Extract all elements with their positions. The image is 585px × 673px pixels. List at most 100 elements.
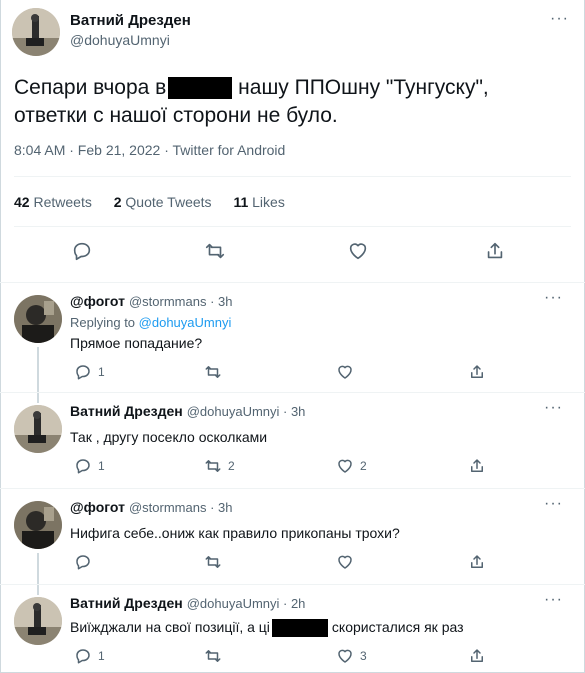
- avatar[interactable]: [14, 501, 62, 549]
- divider: [14, 176, 571, 177]
- reply-actions: [70, 553, 490, 575]
- replying-to-link[interactable]: @dohuyaUmnyi: [139, 315, 232, 330]
- author-name[interactable]: Ватний Дрезден: [70, 12, 191, 29]
- avatar[interactable]: [14, 295, 62, 343]
- reply-text-part2: скористалися як раз: [331, 619, 464, 635]
- like-button[interactable]: 2: [336, 457, 367, 475]
- reply-author-name[interactable]: Ватний Дрезден: [70, 595, 183, 611]
- reply-button[interactable]: 1: [74, 647, 105, 665]
- reply-header: Ватний Дрезден @dohuyaUmnyi · 2h: [70, 595, 305, 611]
- retweet-button[interactable]: [200, 236, 230, 266]
- thread-line: [37, 393, 39, 403]
- more-options-button[interactable]: ···: [544, 289, 563, 307]
- reply-author-handle[interactable]: @dohuyaUmnyi · 3h: [187, 404, 306, 419]
- retweet-icon: [205, 243, 225, 259]
- reply-icon: [76, 459, 90, 474]
- like-count: 3: [360, 649, 367, 663]
- like-button[interactable]: [336, 363, 360, 381]
- avatar[interactable]: [12, 8, 60, 56]
- heart-icon: [349, 243, 367, 260]
- more-options-button[interactable]: ···: [550, 10, 569, 28]
- tweet-stats: 42 Retweets 2 Quote Tweets 11 Likes: [14, 194, 303, 210]
- share-icon: [471, 365, 483, 378]
- reply-author-name[interactable]: @фогот: [70, 293, 125, 309]
- reply-button[interactable]: [67, 236, 97, 266]
- quotes-stat[interactable]: 2 Quote Tweets: [114, 194, 212, 210]
- quotes-count: 2: [113, 194, 122, 210]
- reply-author-handle[interactable]: @dohuyaUmnyi · 2h: [187, 596, 306, 611]
- likes-stat[interactable]: 11 Likes: [233, 194, 284, 210]
- reply-actions: 1: [70, 363, 490, 385]
- share-button[interactable]: [468, 457, 486, 475]
- thread-line: [37, 347, 39, 393]
- avatar[interactable]: [14, 405, 62, 453]
- retweet-count: 2: [228, 459, 235, 473]
- reply-header: Ватний Дрезден @dohuyaUmnyi · 3h: [70, 403, 305, 419]
- reply-tweet[interactable]: Ватний Дрезден @dohuyaUmnyi · 2h ··· Виї…: [0, 584, 585, 673]
- likes-label: Likes: [252, 194, 285, 210]
- more-options-button[interactable]: ···: [544, 399, 563, 417]
- tweet-actions: [0, 236, 585, 266]
- like-button[interactable]: [343, 236, 373, 266]
- retweet-icon: [205, 556, 221, 568]
- thread-line: [37, 585, 39, 595]
- share-icon: [471, 459, 483, 472]
- heart-icon: [338, 555, 352, 569]
- heart-icon: [338, 649, 352, 663]
- reply-tweet[interactable]: @фогот @stormmans · 3h ··· Replying to @…: [0, 282, 585, 393]
- retweets-label: Retweets: [33, 194, 92, 210]
- reply-author-name[interactable]: @фогот: [70, 499, 125, 515]
- retweet-icon: [205, 366, 221, 378]
- reply-count: 1: [98, 459, 105, 473]
- tweet-text: Сепари вчора в нашу ППОшну "Тунгуску", о…: [14, 74, 569, 130]
- reply-author-handle[interactable]: @stormmans · 3h: [129, 500, 233, 515]
- reply-author-name[interactable]: Ватний Дрезден: [70, 403, 183, 419]
- like-button[interactable]: [336, 553, 360, 571]
- reply-text: Виїжджали на свої позиції, а ці скористал…: [70, 619, 464, 638]
- retweets-stat[interactable]: 42 Retweets: [14, 194, 92, 210]
- reply-text: Прямое попадание?: [70, 335, 203, 351]
- replying-to-prefix: Replying to: [70, 315, 139, 330]
- reply-author-handle[interactable]: @stormmans · 3h: [129, 294, 233, 309]
- reply-button[interactable]: 1: [74, 457, 105, 475]
- main-author: Ватний Дрезден @dohuyaUmnyi: [70, 12, 191, 48]
- avatar[interactable]: [14, 597, 62, 645]
- more-options-button[interactable]: ···: [544, 495, 563, 513]
- reply-icon: [76, 555, 90, 570]
- reply-tweet[interactable]: Ватний Дрезден @dohuyaUmnyi · 3h ··· Так…: [0, 392, 585, 488]
- like-button[interactable]: 3: [336, 647, 367, 665]
- like-count: 2: [360, 459, 367, 473]
- reply-tweet[interactable]: @фогот @stormmans · 3h ··· Нифига себе..…: [0, 488, 585, 585]
- retweet-button[interactable]: 2: [204, 457, 235, 475]
- reply-header: @фогот @stormmans · 3h: [70, 499, 232, 515]
- reply-button[interactable]: 1: [74, 363, 105, 381]
- share-button[interactable]: [480, 236, 510, 266]
- retweet-button[interactable]: [204, 553, 228, 571]
- retweet-icon: [205, 460, 221, 472]
- author-handle[interactable]: @dohuyaUmnyi: [70, 32, 191, 48]
- reply-header: @фогот @stormmans · 3h: [70, 293, 232, 309]
- share-icon: [471, 649, 483, 662]
- redaction-box: [168, 77, 233, 100]
- thread-line: [37, 553, 39, 585]
- divider: [14, 226, 571, 227]
- share-button[interactable]: [468, 647, 486, 665]
- share-icon: [487, 242, 503, 259]
- reply-button[interactable]: [74, 553, 98, 571]
- retweet-button[interactable]: [204, 363, 228, 381]
- likes-count: 11: [233, 194, 249, 210]
- share-button[interactable]: [468, 363, 486, 381]
- share-icon: [471, 555, 483, 568]
- reply-actions: 1 2 2: [70, 457, 490, 479]
- retweet-button[interactable]: [204, 647, 228, 665]
- more-options-button[interactable]: ···: [544, 591, 563, 609]
- tweet-timestamp[interactable]: 8:04 AM · Feb 21, 2022 · Twitter for And…: [14, 142, 285, 158]
- retweets-count: 42: [14, 194, 30, 210]
- retweet-icon: [205, 650, 221, 662]
- reply-icon: [76, 649, 90, 664]
- tweet-text-part2: нашу ППОшну "Тунгуску",: [232, 76, 489, 99]
- heart-icon: [338, 365, 352, 379]
- tweet-text-part1: Сепари вчора в: [14, 76, 167, 99]
- replying-to: Replying to @dohuyaUmnyi: [70, 315, 231, 330]
- share-button[interactable]: [468, 553, 486, 571]
